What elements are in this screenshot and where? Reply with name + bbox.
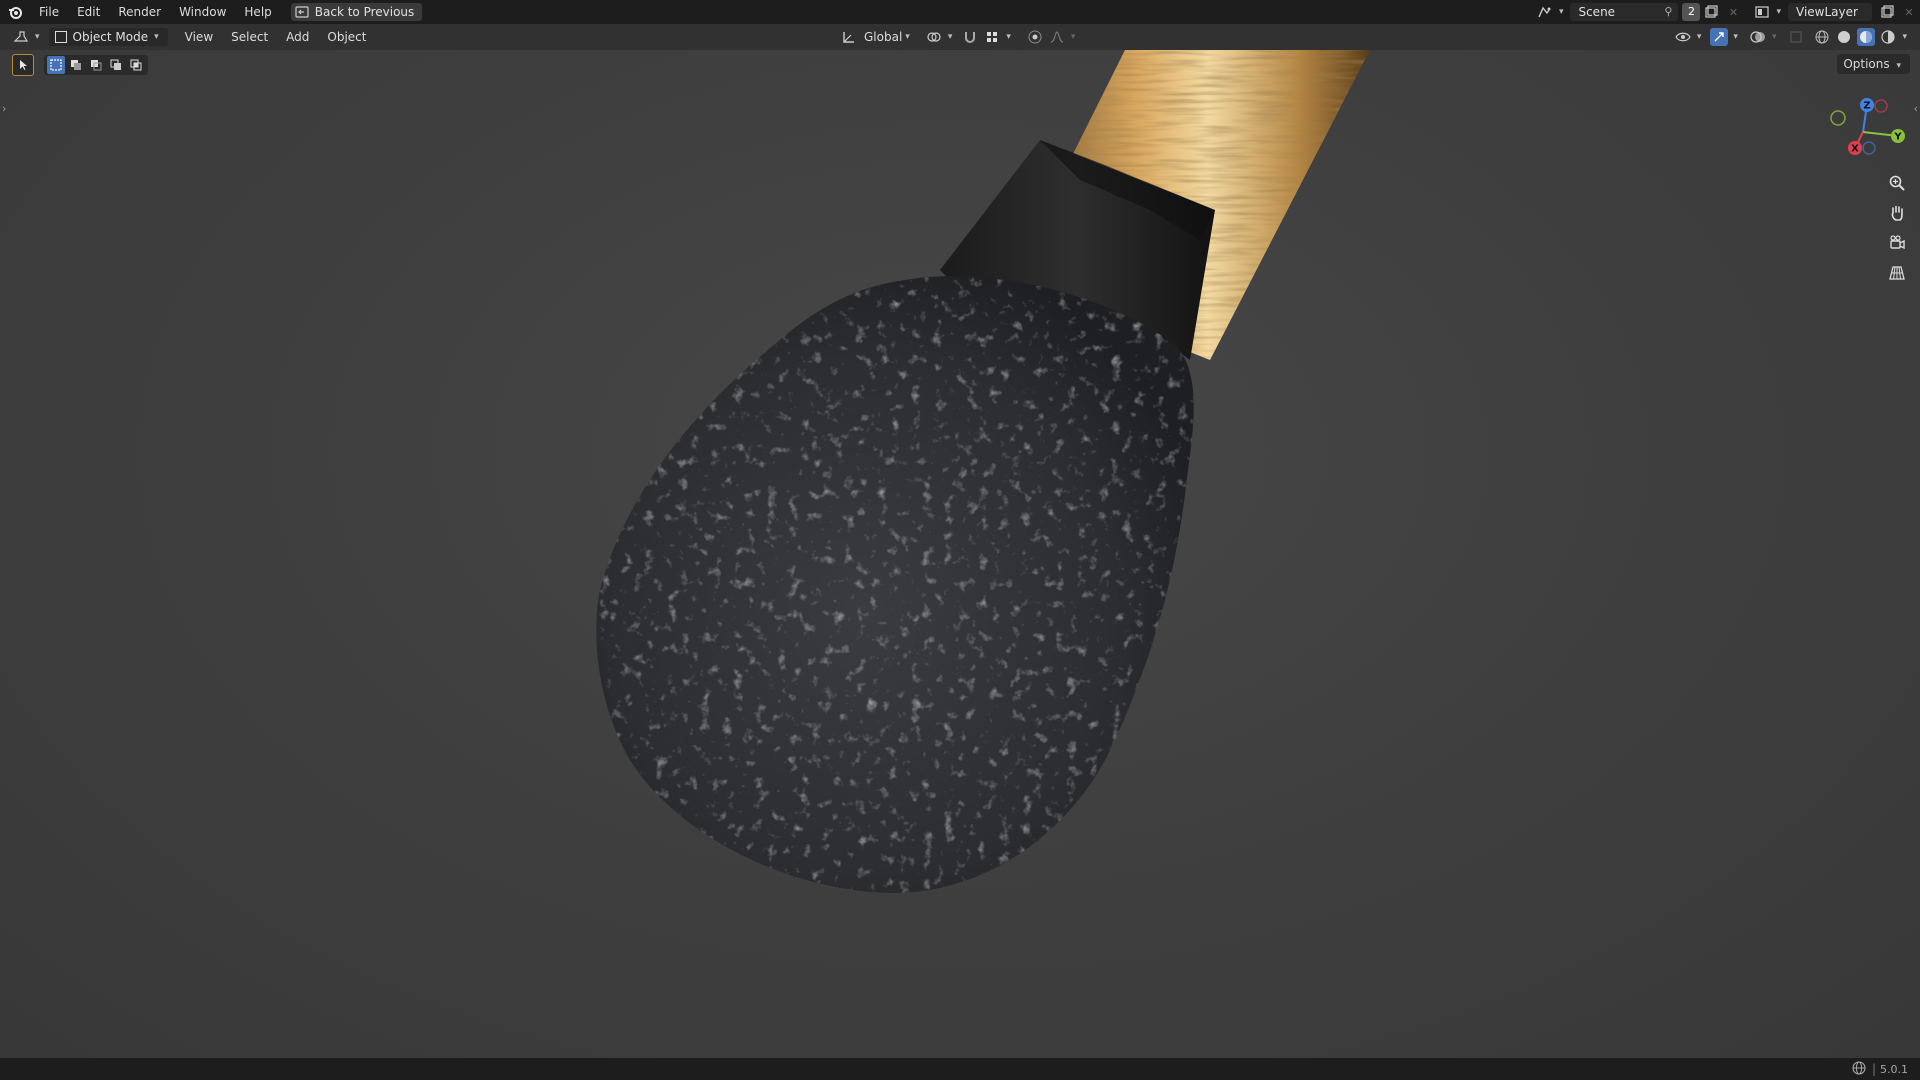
version-label: 5.0.1 xyxy=(1880,1062,1908,1076)
chevron-down-icon: ▾ xyxy=(1771,32,1777,42)
status-bar: | 5.0.1 xyxy=(0,1058,1920,1080)
chevron-down-icon: ▾ xyxy=(1696,32,1702,42)
chevron-down-icon: ▾ xyxy=(947,32,953,42)
proportional-editing-icon[interactable] xyxy=(1026,28,1044,46)
menu-window[interactable]: Window xyxy=(170,0,235,24)
transform-tools-group: Global ▾ ▾ ▾ ▾ xyxy=(838,24,1078,50)
network-globe-icon[interactable] xyxy=(1852,1060,1866,1078)
visibility-eye-icon[interactable] xyxy=(1674,28,1692,46)
blender-logo-icon[interactable] xyxy=(8,5,22,19)
scene-name-field[interactable]: Scene ⚲ xyxy=(1570,3,1679,21)
chevron-down-icon: ▾ xyxy=(1006,32,1011,42)
xray-toggle-icon[interactable] xyxy=(1787,28,1805,46)
snap-magnet-icon[interactable] xyxy=(961,28,979,46)
pin-icon[interactable]: ⚲ xyxy=(1664,5,1672,18)
zoom-icon[interactable] xyxy=(1884,170,1910,196)
chevron-down-icon: ▾ xyxy=(1558,7,1564,17)
gizmo-y-label: Y xyxy=(1893,132,1902,143)
scene-name: Scene xyxy=(1578,5,1616,19)
select-new-icon[interactable] xyxy=(47,56,65,74)
chevron-down-icon: ▾ xyxy=(154,32,159,42)
transform-orientation-label[interactable]: Global xyxy=(864,30,902,44)
navigation-gizmo[interactable]: Z Y X xyxy=(1818,94,1908,164)
object-mode-icon xyxy=(54,31,67,43)
gizmo-toggle-icon[interactable] xyxy=(1710,28,1729,46)
shading-rendered-icon[interactable] xyxy=(1879,28,1897,46)
object-mode-dropdown[interactable]: Object Mode ▾ xyxy=(48,28,168,46)
shading-wireframe-icon[interactable] xyxy=(1813,28,1831,46)
close-scene-icon[interactable]: ✕ xyxy=(1725,4,1741,20)
status-separator: | xyxy=(1871,1062,1876,1076)
back-screen-icon xyxy=(295,6,309,18)
options-label: Options xyxy=(1843,57,1890,71)
viewport-navigation-buttons xyxy=(1884,170,1910,290)
view-layer-field[interactable]: ViewLayer xyxy=(1788,3,1872,21)
select-intersect-icon[interactable] xyxy=(127,56,145,74)
back-to-previous-label: Back to Previous xyxy=(314,5,415,19)
pan-hand-icon[interactable] xyxy=(1884,200,1910,226)
viewport-shading-group: ▾ ▾ ▾ ▾ xyxy=(1672,24,1910,50)
pivot-point-icon[interactable] xyxy=(925,28,943,46)
shading-material-preview-icon[interactable] xyxy=(1857,28,1876,46)
options-dropdown[interactable]: Options ▾ xyxy=(1837,54,1910,74)
chevron-down-icon: ▾ xyxy=(1896,61,1901,71)
view-layer-browse-icon[interactable] xyxy=(1754,4,1770,20)
menu-help[interactable]: Help xyxy=(235,0,280,24)
menu-file[interactable]: File xyxy=(30,0,68,24)
gizmo-x-label: X xyxy=(1851,144,1859,155)
perspective-grid-icon[interactable] xyxy=(1884,260,1910,286)
new-view-layer-icon[interactable] xyxy=(1879,4,1895,20)
camera-view-icon[interactable] xyxy=(1884,230,1910,256)
chevron-down-icon: ▾ xyxy=(905,32,910,42)
scene-selector-group: ▾ Scene ⚲ 2 ✕ ▾ ViewLayer ✕ xyxy=(1534,0,1920,24)
overlays-toggle-icon[interactable] xyxy=(1749,28,1767,46)
gizmo-z-label: Z xyxy=(1863,101,1870,112)
toolbar-expand-arrow-icon[interactable]: › xyxy=(2,102,6,115)
chevron-down-icon: ▾ xyxy=(35,32,40,42)
new-scene-icon[interactable] xyxy=(1703,4,1719,20)
transform-orientation-icon[interactable] xyxy=(840,28,858,46)
chevron-down-icon: ▾ xyxy=(1902,32,1907,42)
cursor-arrow-icon xyxy=(20,60,27,70)
object-mode-label: Object Mode xyxy=(72,30,149,44)
match-stick-3d-object xyxy=(596,50,1370,894)
editor-type-icon[interactable] xyxy=(12,28,30,46)
select-tools-group xyxy=(12,54,148,76)
chevron-down-icon: ▾ xyxy=(1733,32,1738,42)
close-view-layer-icon[interactable]: ✕ xyxy=(1901,4,1917,20)
shading-solid-icon[interactable] xyxy=(1835,28,1853,46)
selection-mode-group xyxy=(44,55,148,75)
menu-select[interactable]: Select xyxy=(222,24,277,50)
proportional-falloff-icon[interactable] xyxy=(1048,28,1066,46)
chevron-down-icon: ▾ xyxy=(1070,32,1076,42)
scene-browse-icon[interactable] xyxy=(1537,4,1553,20)
3d-viewport[interactable] xyxy=(0,50,1920,1058)
view-layer-name: ViewLayer xyxy=(1796,5,1858,19)
scene-user-count[interactable]: 2 xyxy=(1682,3,1701,21)
menu-render[interactable]: Render xyxy=(109,0,170,24)
menu-object[interactable]: Object xyxy=(318,24,375,50)
menu-edit[interactable]: Edit xyxy=(68,0,109,24)
viewport-header-toolbar: ▾ Object Mode ▾ View Select Add Object G… xyxy=(0,24,1920,50)
chevron-down-icon: ▾ xyxy=(1776,7,1781,17)
select-tool-button[interactable] xyxy=(12,54,34,76)
select-extend-icon[interactable] xyxy=(67,56,85,74)
select-subtract-icon[interactable] xyxy=(87,56,105,74)
select-invert-icon[interactable] xyxy=(107,56,125,74)
snap-increment-icon[interactable] xyxy=(983,28,1001,46)
menu-add[interactable]: Add xyxy=(277,24,318,50)
menu-view[interactable]: View xyxy=(176,24,222,50)
back-to-previous-button[interactable]: Back to Previous xyxy=(290,3,423,21)
top-menu-bar: File Edit Render Window Help Back to Pre… xyxy=(0,0,1920,24)
sidebar-expand-arrow-icon[interactable]: ‹ xyxy=(1914,102,1918,115)
